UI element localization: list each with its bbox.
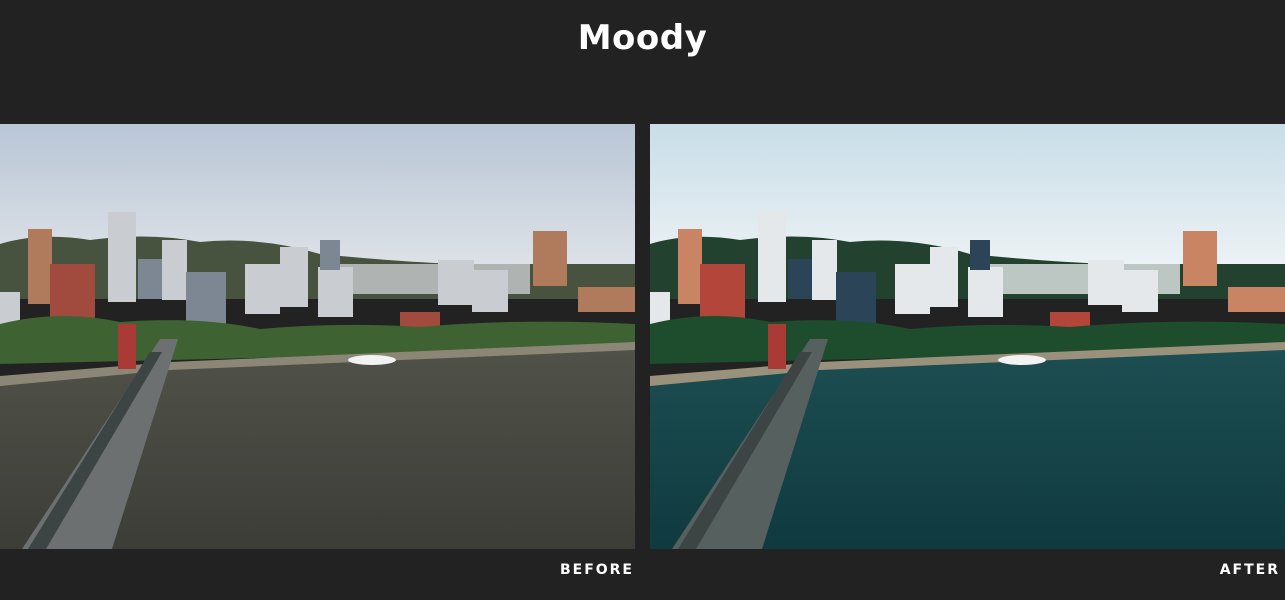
building — [812, 240, 837, 300]
building — [678, 229, 702, 304]
building — [280, 247, 308, 307]
building — [472, 270, 508, 312]
building — [320, 240, 340, 270]
building — [438, 260, 474, 305]
building — [968, 267, 1003, 317]
after-photo — [650, 124, 1285, 549]
preset-title: Moody — [577, 18, 708, 58]
building — [533, 231, 567, 286]
after-scene — [650, 124, 1285, 549]
building — [970, 240, 990, 270]
building — [930, 247, 958, 307]
building — [836, 272, 876, 324]
before-label: BEFORE — [559, 562, 634, 578]
boat — [998, 355, 1046, 365]
building — [578, 287, 635, 312]
building — [318, 267, 353, 317]
boat — [348, 355, 396, 365]
after-label: AFTER — [1219, 562, 1280, 578]
building — [1088, 260, 1124, 305]
bridge-tower — [768, 324, 786, 369]
building — [1122, 270, 1158, 312]
building — [758, 212, 786, 302]
building — [245, 264, 280, 314]
building — [186, 272, 226, 324]
building — [1228, 287, 1285, 312]
building — [162, 240, 187, 300]
bridge-tower — [118, 324, 136, 369]
before-scene — [0, 124, 635, 549]
building — [1183, 231, 1217, 286]
building — [895, 264, 930, 314]
building — [28, 229, 52, 304]
building — [108, 212, 136, 302]
before-photo — [0, 124, 635, 549]
